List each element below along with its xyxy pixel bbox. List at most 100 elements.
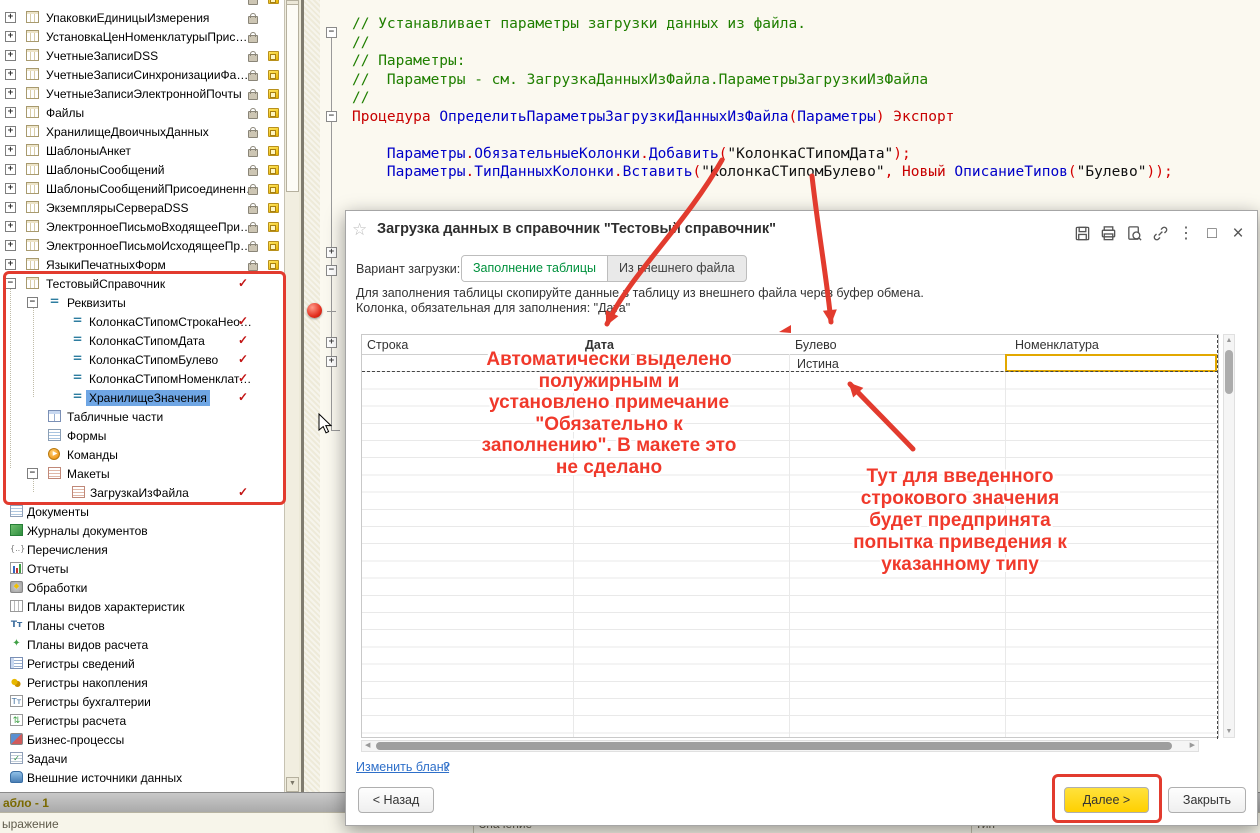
tree-item[interactable]: Задачи [0, 749, 284, 768]
extension-lock-icon [268, 241, 279, 251]
tree-item[interactable]: +ХранилищеДвоичныхДанных [0, 122, 284, 141]
info-text: Колонка, обязательная для заполнения: "Д… [356, 301, 630, 315]
column-header-4[interactable]: Номенклатура [1015, 338, 1099, 352]
tree-item[interactable]: Бизнес-процессы [0, 730, 284, 749]
tree-item[interactable]: Журналы документов [0, 521, 284, 540]
tree-item-label: Перечисления [24, 542, 111, 558]
app-window: +УпаковкиЕдиницыИзмерения+УстановкаЦенНо… [0, 0, 1260, 833]
favorite-star-icon[interactable]: ☆ [352, 220, 367, 240]
expand-icon[interactable]: + [5, 145, 16, 156]
scroll-up-icon[interactable]: ▲ [1224, 337, 1234, 344]
enum-icon [10, 543, 23, 555]
scroll-down-icon[interactable]: ▼ [286, 777, 299, 792]
expand-icon[interactable]: + [5, 164, 16, 175]
tree-item[interactable]: +ШаблоныСообщений [0, 160, 284, 179]
scroll-down-icon[interactable]: ▼ [1224, 728, 1234, 735]
fold-collapse-icon[interactable]: − [326, 27, 337, 38]
column-header-3[interactable]: Булево [795, 338, 837, 352]
fold-collapse-icon[interactable]: − [326, 265, 337, 276]
variant-fill-table-button[interactable]: Заполнение таблицы [462, 256, 608, 281]
tree-item[interactable]: +ЭкземплярыСервераDSS [0, 198, 284, 217]
cat-icon [26, 68, 39, 80]
fold-expand-icon[interactable]: + [326, 356, 337, 367]
tree-item[interactable]: Внешние источники данных [0, 768, 284, 787]
tree-scrollbar[interactable]: ▲ ▼ [284, 0, 299, 792]
tree-item[interactable]: +ЭлектронноеПисьмоИсходящееПр… [0, 236, 284, 255]
tree-item-label: Регистры накопления [24, 675, 151, 691]
maximize-icon[interactable]: □ [1199, 223, 1225, 245]
breakpoint-margin[interactable] [304, 0, 320, 792]
tree-item[interactable]: Планы счетов [0, 616, 284, 635]
tree-item-label: Задачи [24, 751, 70, 767]
tree-item[interactable]: Планы видов расчета [0, 635, 284, 654]
horizontal-thumb[interactable] [376, 742, 1172, 750]
tree-item[interactable]: Регистры накопления [0, 673, 284, 692]
expand-icon[interactable]: + [5, 69, 16, 80]
extension-lock-icon [268, 70, 279, 80]
tree-item-label: ШаблоныСообщенийПрисоединенн… [43, 181, 261, 197]
tree-item[interactable]: Отчеты [0, 559, 284, 578]
expand-icon[interactable]: + [5, 221, 16, 232]
code-line: // Параметры: [352, 53, 466, 69]
cat-icon [26, 106, 39, 118]
lock-icon [248, 130, 258, 138]
tree-item[interactable]: Регистры сведений [0, 654, 284, 673]
print-icon[interactable] [1095, 223, 1121, 245]
cat-icon [26, 125, 39, 137]
annotation-line: заполнению". В макете это [428, 435, 790, 457]
tree-item[interactable]: +ЭлектронноеПисьмоВходящееПри… [0, 217, 284, 236]
tree-item[interactable]: Регистры расчета [0, 711, 284, 730]
table-horizontal-scrollbar[interactable]: ◀ ▶ [361, 740, 1199, 752]
lock-icon [248, 73, 258, 81]
tree-scrollbar-thumb[interactable] [286, 4, 299, 192]
fold-expand-icon[interactable]: + [326, 247, 337, 258]
fold-expand-icon[interactable]: + [326, 337, 337, 348]
more-icon[interactable]: ⋮ [1173, 223, 1199, 245]
annotation-line: строкового значения [831, 488, 1089, 510]
tree-item[interactable]: +ШаблоныАнкет [0, 141, 284, 160]
close-button[interactable]: Закрыть [1168, 787, 1246, 813]
load-variant-switch: Заполнение таблицыИз внешнего файла [461, 255, 747, 282]
edit-form-link[interactable]: Изменить бланк [356, 760, 449, 774]
help-icon[interactable]: ? [443, 760, 450, 774]
selected-cell[interactable] [1005, 354, 1217, 372]
tree-item-label: Файлы [43, 105, 87, 121]
table-vertical-scrollbar[interactable]: ▲ ▼ [1223, 334, 1235, 738]
expand-icon[interactable]: + [5, 183, 16, 194]
expand-icon[interactable]: + [5, 240, 16, 251]
tree-item[interactable]: Планы видов характеристик [0, 597, 284, 616]
link-icon[interactable] [1147, 223, 1173, 245]
scroll-left-icon[interactable]: ◀ [365, 741, 370, 751]
expand-icon[interactable]: + [5, 259, 16, 270]
variant-from-file-button[interactable]: Из внешнего файла [608, 256, 746, 281]
fold-collapse-icon[interactable]: − [326, 111, 337, 122]
vertical-thumb[interactable] [1225, 350, 1233, 394]
expand-icon[interactable]: + [5, 12, 16, 23]
tree-item[interactable]: +УчетныеЗаписиDSS [0, 46, 284, 65]
expand-icon[interactable]: + [5, 50, 16, 61]
tree-item[interactable]: Регистры бухгалтерии [0, 692, 284, 711]
tree-item[interactable]: + Файлы [0, 103, 284, 122]
expand-icon[interactable]: + [5, 107, 16, 118]
tree-item[interactable]: Обработки [0, 578, 284, 597]
tree-item[interactable]: +УчетныеЗаписиСинхронизацииФа… [0, 65, 284, 84]
tree-item[interactable]: +УстановкаЦенНоменклатурыПрис… [0, 27, 284, 46]
tree-item[interactable]: + ШаблоныСообщенийПрисоединенн… [0, 179, 284, 198]
expand-icon[interactable]: + [5, 126, 16, 137]
tree-item[interactable]: Перечисления [0, 540, 284, 559]
column-header-1[interactable]: Строка [367, 338, 408, 352]
cell-value-boolean[interactable]: Истина [797, 357, 839, 371]
tab-tablo[interactable]: абло - 1 [3, 796, 49, 810]
save-icon[interactable] [1069, 223, 1095, 245]
scroll-right-icon[interactable]: ▶ [1190, 741, 1195, 751]
preview-icon[interactable] [1121, 223, 1147, 245]
back-button[interactable]: < Назад [358, 787, 434, 813]
expand-icon[interactable]: + [5, 88, 16, 99]
close-icon[interactable]: × [1225, 223, 1251, 245]
expand-icon[interactable]: + [5, 202, 16, 213]
tree-item[interactable]: +УчетныеЗаписиЭлектроннойПочты [0, 84, 284, 103]
breakpoint-icon[interactable] [307, 303, 322, 318]
expand-icon[interactable]: + [5, 31, 16, 42]
tree-item[interactable] [0, 0, 284, 8]
tree-item[interactable]: +УпаковкиЕдиницыИзмерения [0, 8, 284, 27]
